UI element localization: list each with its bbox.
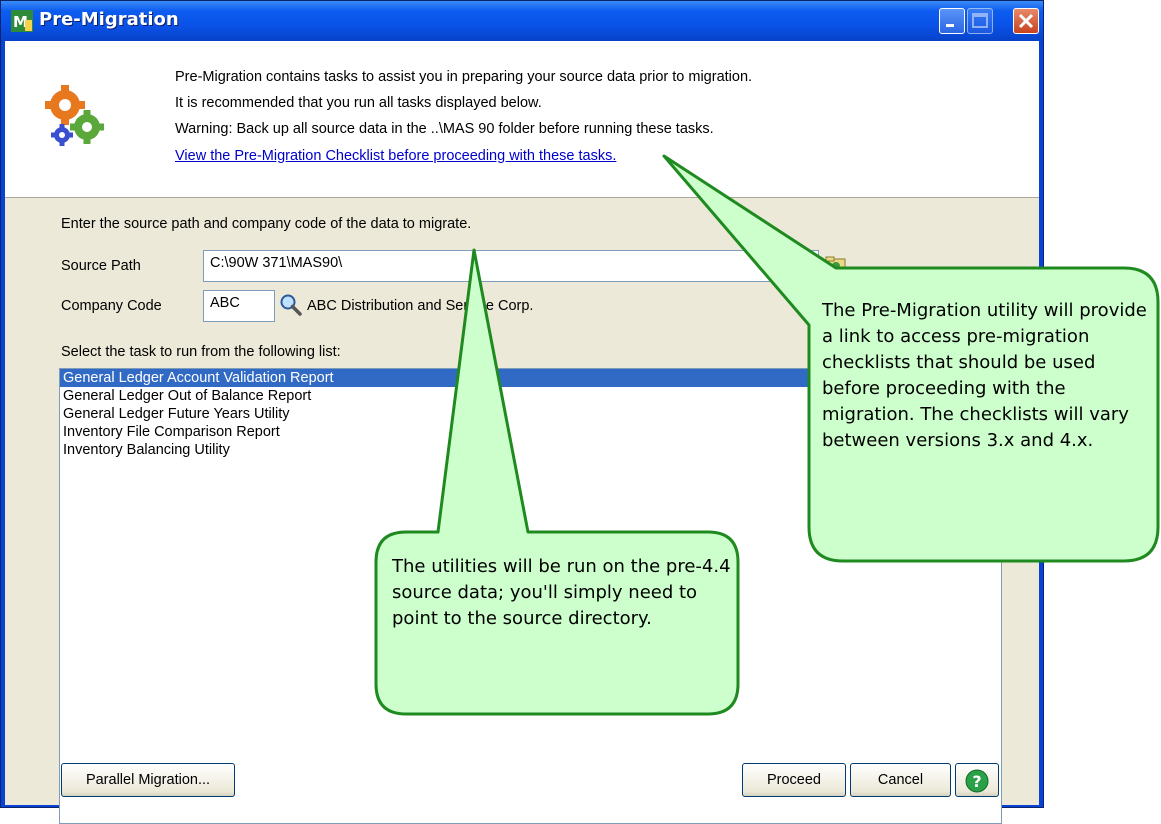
source-path-label: Source Path [61,258,141,274]
company-code-label: Company Code [61,298,162,314]
svg-text:?: ? [972,772,981,791]
app-icon: M [11,10,33,32]
instructions-label: Enter the source path and company code o… [61,216,472,232]
intro-text: Pre-Migration contains tasks to assist y… [175,69,753,85]
minimize-button[interactable] [939,8,965,34]
checklist-link[interactable]: View the Pre-Migration Checklist before … [175,148,616,164]
maximize-button[interactable] [967,8,993,34]
warning-text: Warning: Back up all source data in the … [175,121,714,137]
header-panel: Pre-Migration contains tasks to assist y… [5,41,1039,198]
checklist-callout-text: The Pre-Migration utility will provide a… [822,300,1147,451]
help-button[interactable]: ? [955,763,999,797]
parallel-migration-button[interactable]: Parallel Migration... [61,763,235,797]
recommendation-text: It is recommended that you run all tasks… [175,95,542,111]
gears-icon [45,85,104,146]
window-title: Pre-Migration [39,9,179,30]
folder-browse-icon[interactable] [825,255,847,275]
close-button[interactable] [1013,8,1039,34]
company-name: ABC Distribution and Service Corp. [307,298,534,314]
close-icon [1018,13,1034,29]
minimize-icon [946,24,954,27]
company-code-input[interactable]: ABC [203,290,275,322]
help-icon: ? [965,769,989,793]
utilities-callout-text: The utilities will be run on the pre-4.4… [392,556,731,629]
lookup-magnifier-icon[interactable] [279,293,303,317]
source-path-input[interactable]: C:\90W 371\MAS90\ [203,250,819,282]
title-bar[interactable]: M Pre-Migration [1,1,1043,41]
maximize-icon [972,13,988,28]
cancel-button[interactable]: Cancel [850,763,951,797]
task-list-label: Select the task to run from the followin… [61,344,341,360]
proceed-button[interactable]: Proceed [742,763,846,797]
